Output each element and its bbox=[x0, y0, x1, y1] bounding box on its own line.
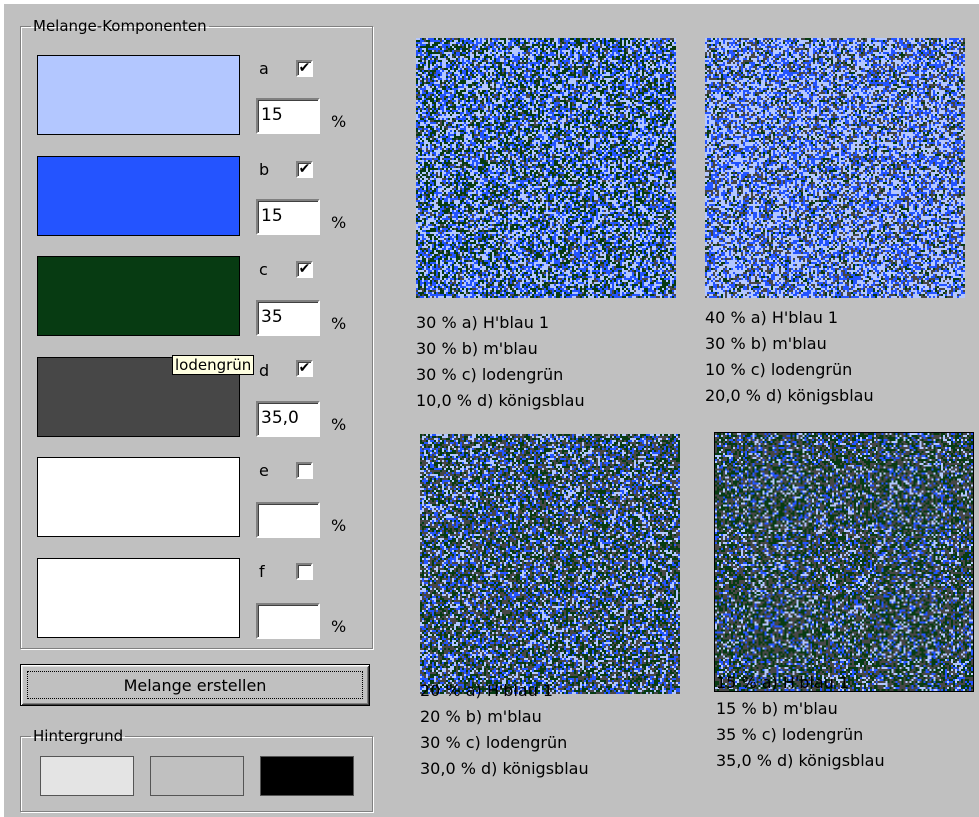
preview-caption-3: 20 % a) H'blau 1 20 % b) m'blau 30 % c) … bbox=[420, 678, 589, 782]
percent-input-d[interactable]: 35,0 bbox=[256, 401, 320, 437]
percent-sign-e: % bbox=[331, 516, 347, 535]
preview-caption-4: 15 % a) H'blau 1 15 % b) m'blau 35 % c) … bbox=[716, 670, 885, 774]
color-tooltip: lodengrün bbox=[172, 355, 255, 375]
background-title: Hintergrund bbox=[33, 727, 124, 745]
color-swatch-c[interactable] bbox=[37, 256, 240, 336]
percent-sign-a: % bbox=[331, 112, 347, 131]
component-letter-b: b bbox=[259, 160, 270, 179]
checkbox-e[interactable] bbox=[296, 462, 313, 479]
percent-input-f[interactable] bbox=[256, 603, 320, 639]
percent-input-b[interactable]: 15 bbox=[256, 199, 320, 235]
preview-3-line-b: 20 % b) m'blau bbox=[420, 707, 542, 726]
checkbox-c[interactable]: ✔ bbox=[296, 261, 313, 278]
melange-components-title: Melange-Komponenten bbox=[33, 17, 207, 35]
create-melange-button[interactable]: Melange erstellen bbox=[20, 664, 370, 706]
background-swatch-black[interactable] bbox=[260, 756, 354, 796]
component-letter-e: e bbox=[259, 461, 269, 480]
color-swatch-a[interactable] bbox=[37, 55, 240, 135]
preview-caption-1: 30 % a) H'blau 1 30 % b) m'blau 30 % c) … bbox=[416, 310, 585, 414]
preview-2-line-c: 10 % c) lodengrün bbox=[705, 360, 853, 379]
melange-preview-2 bbox=[705, 38, 965, 298]
melange-preview-4 bbox=[714, 432, 974, 692]
background-swatch-light[interactable] bbox=[40, 756, 134, 796]
melange-preview-3 bbox=[420, 434, 680, 694]
percent-sign-b: % bbox=[331, 213, 347, 232]
preview-3-line-c: 30 % c) lodengrün bbox=[420, 733, 568, 752]
background-swatch-gray[interactable] bbox=[150, 756, 244, 796]
percent-input-c[interactable]: 35 bbox=[256, 300, 320, 336]
preview-4-line-c: 35 % c) lodengrün bbox=[716, 725, 864, 744]
preview-1-line-c: 30 % c) lodengrün bbox=[416, 365, 564, 384]
preview-1-line-b: 30 % b) m'blau bbox=[416, 339, 538, 358]
melange-preview-1 bbox=[416, 38, 676, 298]
color-swatch-b[interactable] bbox=[37, 156, 240, 236]
component-letter-c: c bbox=[259, 260, 268, 279]
preview-4-line-d: 35,0 % d) königsblau bbox=[716, 751, 885, 770]
preview-2-line-a: 40 % a) H'blau 1 bbox=[705, 308, 839, 327]
preview-2-line-b: 30 % b) m'blau bbox=[705, 334, 827, 353]
preview-4-line-a: 15 % a) H'blau 1 bbox=[716, 673, 850, 692]
preview-3-line-a: 20 % a) H'blau 1 bbox=[420, 681, 554, 700]
percent-sign-d: % bbox=[331, 415, 347, 434]
color-swatch-e[interactable] bbox=[37, 457, 240, 537]
percent-input-a[interactable]: 15 bbox=[256, 98, 320, 134]
preview-2-line-d: 20,0 % d) königsblau bbox=[705, 386, 874, 405]
preview-1-line-a: 30 % a) H'blau 1 bbox=[416, 313, 550, 332]
checkbox-f[interactable] bbox=[296, 563, 313, 580]
percent-sign-c: % bbox=[331, 314, 347, 333]
preview-1-line-d: 10,0 % d) königsblau bbox=[416, 391, 585, 410]
checkbox-a[interactable]: ✔ bbox=[296, 60, 313, 77]
component-letter-f: f bbox=[259, 562, 265, 581]
percent-sign-f: % bbox=[331, 617, 347, 636]
percent-input-e[interactable] bbox=[256, 502, 320, 538]
preview-caption-2: 40 % a) H'blau 1 30 % b) m'blau 10 % c) … bbox=[705, 305, 874, 409]
checkbox-b[interactable]: ✔ bbox=[296, 161, 313, 178]
preview-3-line-d: 30,0 % d) königsblau bbox=[420, 759, 589, 778]
create-melange-label: Melange erstellen bbox=[27, 671, 363, 699]
preview-4-line-b: 15 % b) m'blau bbox=[716, 699, 838, 718]
component-letter-d: d bbox=[259, 361, 270, 380]
checkbox-d[interactable]: ✔ bbox=[296, 360, 313, 377]
component-letter-a: a bbox=[259, 59, 269, 78]
color-swatch-f[interactable] bbox=[37, 558, 240, 638]
